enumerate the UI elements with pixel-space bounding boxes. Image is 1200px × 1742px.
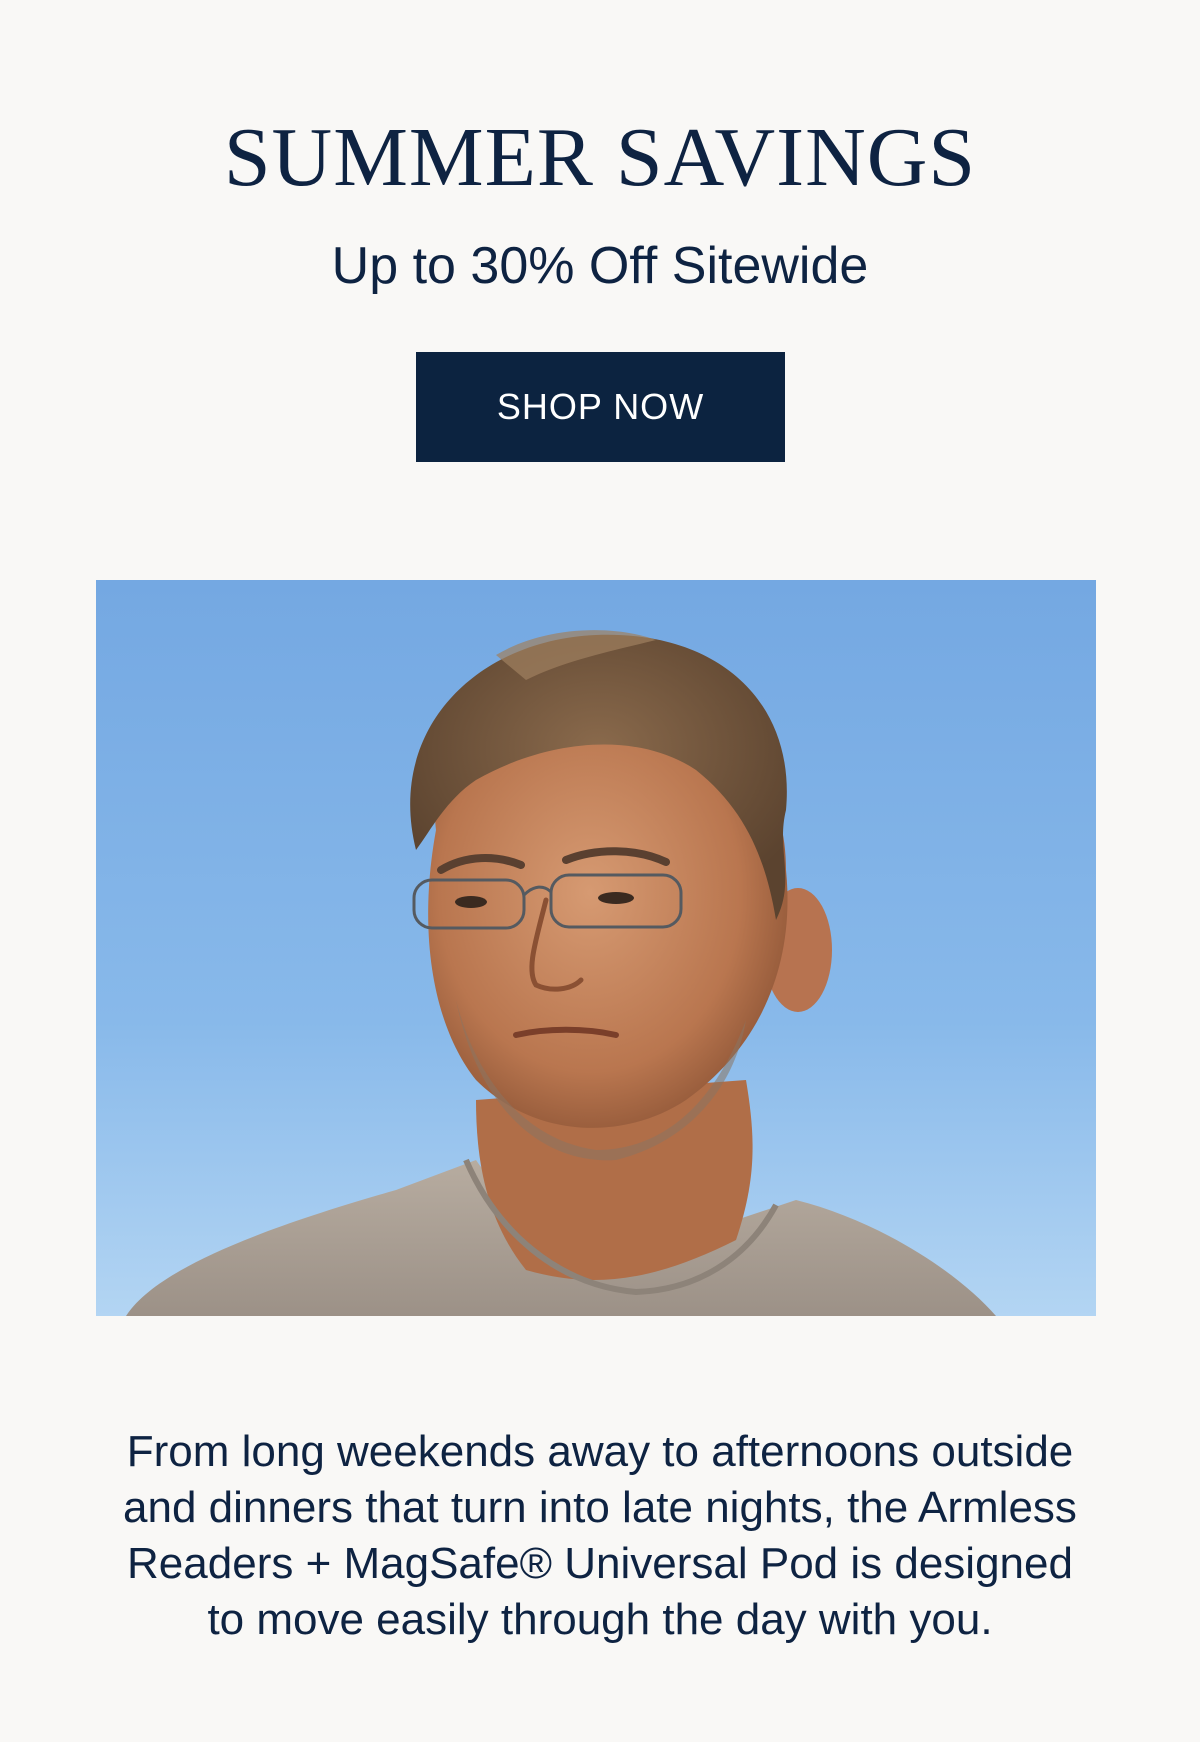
hero-photo-illustration: [96, 580, 1096, 1316]
promo-headline: SUMMER SAVINGS: [223, 111, 977, 204]
shop-now-button[interactable]: SHOP NOW: [416, 352, 785, 462]
promo-subheadline: Up to 30% Off Sitewide: [331, 237, 869, 295]
body-paragraph: From long weekends away to afternoons ou…: [123, 1427, 1077, 1644]
hero-image[interactable]: [96, 580, 1096, 1316]
